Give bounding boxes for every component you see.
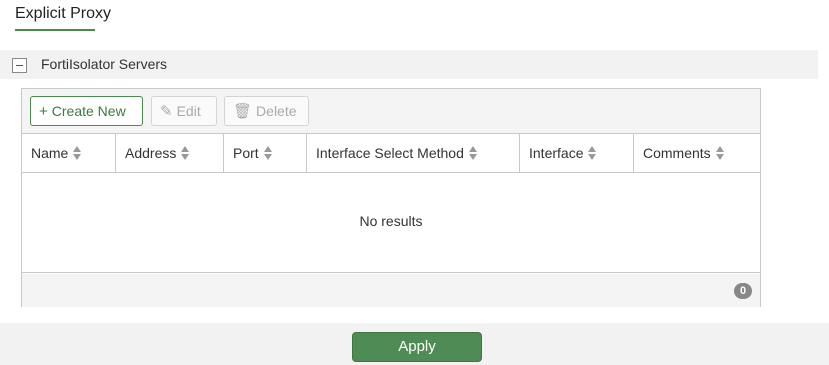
- section-header[interactable]: FortiIsolator Servers: [0, 50, 818, 79]
- delete-label: Delete: [256, 103, 297, 119]
- sort-icon[interactable]: [263, 146, 273, 160]
- sort-icon[interactable]: [73, 146, 82, 160]
- delete-button[interactable]: 🗑 Delete: [224, 96, 309, 126]
- no-results-message: No results: [359, 213, 423, 229]
- pencil-icon: ✎: [160, 103, 173, 120]
- column-label: Comments: [643, 145, 711, 161]
- apply-button[interactable]: Apply: [352, 332, 482, 362]
- sort-icon[interactable]: [181, 146, 190, 160]
- column-header-address[interactable]: Address: [116, 134, 224, 173]
- column-label: Interface Select Method: [316, 145, 464, 161]
- create-new-label: Create New: [51, 103, 126, 119]
- table-footer: 0: [22, 274, 760, 307]
- column-label: Port: [233, 145, 259, 161]
- servers-table-panel: + Create New ✎ Edit 🗑 Delete Name Address P…: [21, 88, 761, 307]
- bottom-action-bar: Apply: [0, 323, 829, 365]
- plus-icon: +: [39, 103, 48, 120]
- sort-icon[interactable]: [588, 146, 597, 160]
- table-body: No results: [22, 173, 760, 273]
- sort-icon[interactable]: [715, 146, 725, 160]
- column-label: Address: [125, 145, 177, 161]
- table-header: Name Address Port Interface Select Metho…: [22, 134, 760, 173]
- column-header-comments[interactable]: Comments: [634, 134, 760, 173]
- table-toolbar: + Create New ✎ Edit 🗑 Delete: [22, 89, 760, 134]
- result-count-badge: 0: [734, 283, 752, 299]
- column-header-interface-select-method[interactable]: Interface Select Method: [307, 134, 520, 173]
- trash-icon: 🗑: [233, 103, 253, 120]
- section-title: FortiIsolator Servers: [41, 56, 168, 72]
- column-label: Interface: [529, 145, 584, 161]
- column-label: Name: [31, 145, 69, 161]
- column-header-name[interactable]: Name: [22, 134, 116, 173]
- collapse-icon[interactable]: [12, 58, 27, 73]
- column-header-interface[interactable]: Interface: [520, 134, 634, 173]
- tab-active-indicator: [15, 29, 95, 31]
- edit-button[interactable]: ✎ Edit: [151, 96, 217, 126]
- create-new-button[interactable]: + Create New: [30, 96, 143, 126]
- edit-label: Edit: [176, 103, 201, 119]
- column-header-port[interactable]: Port: [224, 134, 307, 173]
- tab-title: Explicit Proxy: [15, 5, 112, 22]
- sort-icon[interactable]: [468, 146, 478, 160]
